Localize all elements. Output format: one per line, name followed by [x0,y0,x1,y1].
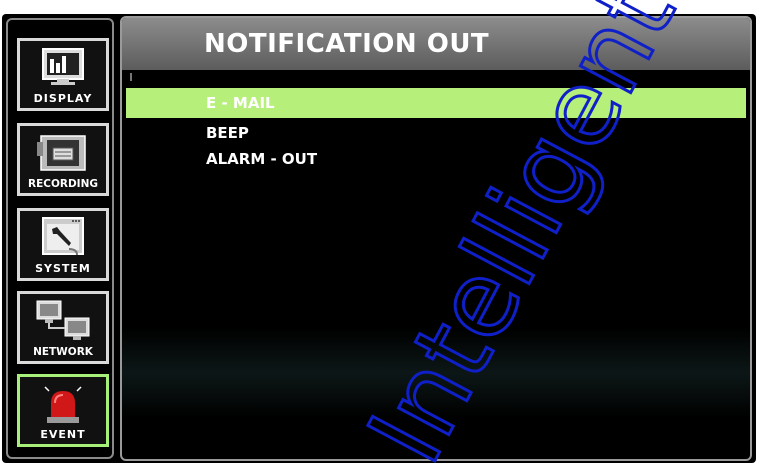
sidebar: DISPLAY RECORDING SYSTEM NETWORK EVENT [6,18,114,459]
title-bar: NOTIFICATION OUT [122,18,750,70]
sidebar-item-recording[interactable]: RECORDING [17,123,109,196]
sidebar-item-event[interactable]: EVENT [17,374,109,447]
sidebar-item-label: DISPLAY [33,92,93,105]
scroll-marker [130,73,132,81]
menu-item-email[interactable]: E - MAIL [126,88,746,118]
sidebar-item-system[interactable]: SYSTEM [17,208,109,281]
menu-item-label: E - MAIL [206,94,275,112]
dvr-window: DISPLAY RECORDING SYSTEM NETWORK EVENT N… [2,14,756,463]
main-panel: NOTIFICATION OUT E - MAIL BEEP ALARM - O… [120,16,752,461]
network-icon [36,300,90,340]
camera-icon [37,135,86,171]
wrench-icon [42,217,84,256]
sidebar-item-label: EVENT [40,428,86,441]
sidebar-item-label: SYSTEM [35,262,91,275]
menu-item-alarm-out[interactable]: ALARM - OUT [126,144,746,174]
display-icon [42,48,84,85]
sidebar-item-network[interactable]: NETWORK [17,291,109,364]
menu-item-label: ALARM - OUT [206,150,318,168]
sidebar-item-label: RECORDING [27,178,98,190]
background-glow [122,328,750,418]
menu-item-label: BEEP [206,124,249,142]
siren-icon [44,386,82,423]
sidebar-item-display[interactable]: DISPLAY [17,38,109,111]
sidebar-item-label: NETWORK [33,346,93,358]
page-title: NOTIFICATION OUT [204,29,490,59]
